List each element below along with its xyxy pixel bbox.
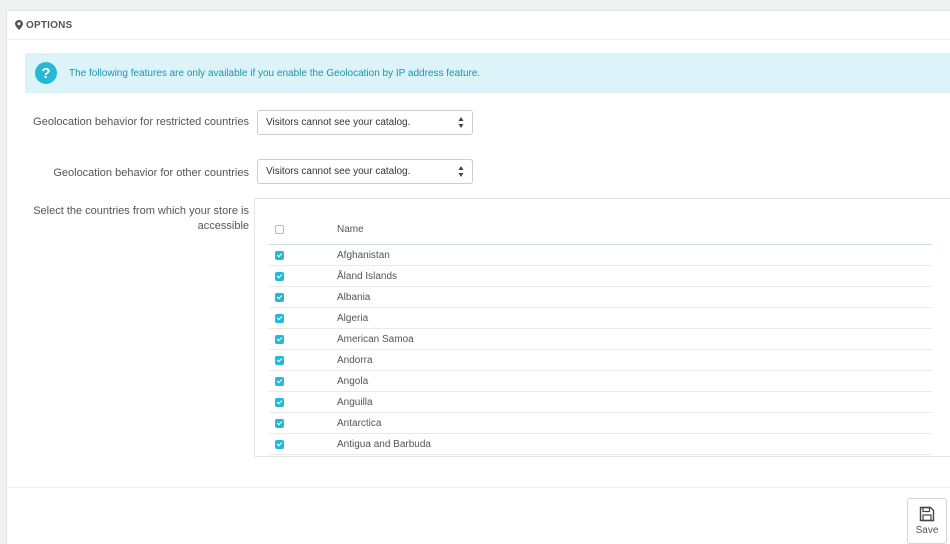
country-name: Antarctica [337,417,382,429]
table-row[interactable]: Antarctica [269,413,932,434]
country-name: Åland Islands [337,270,398,282]
table-row[interactable]: Anguilla [269,392,932,413]
table-row[interactable]: Afghanistan [269,245,932,266]
table-header: Name [269,215,932,245]
country-checkbox[interactable] [275,271,284,281]
info-alert: ? The following features are only availa… [25,53,950,93]
table-body: Afghanistan Åland Islands Albania Algeria Am… [269,245,932,455]
alert-text: The following features are only availabl… [69,67,481,79]
select-arrows-icon [458,166,464,177]
country-checkbox[interactable] [275,334,284,344]
countries-table: Name Afghanistan Åland Islands Albania Alge… [269,215,932,455]
restricted-countries-label: Geolocation behavior for restricted coun… [33,116,249,128]
select-all-checkbox[interactable] [275,225,284,234]
country-name: Antigua and Barbuda [337,438,431,450]
panel-title: OPTIONS [26,19,73,31]
country-name: Afghanistan [337,249,390,261]
table-row[interactable]: American Samoa [269,329,932,350]
save-label: Save [915,525,939,536]
country-name: Anguilla [337,396,373,408]
name-column-header: Name [337,224,364,235]
select-arrows-icon [458,117,464,128]
country-name: American Samoa [337,333,414,345]
table-row[interactable]: Angola [269,371,932,392]
country-name: Albania [337,291,371,303]
country-checkbox[interactable] [275,439,284,449]
floppy-disk-icon [919,506,935,522]
restricted-behavior-value: Visitors cannot see your catalog. [266,117,411,128]
table-row[interactable]: Albania [269,287,932,308]
save-button[interactable]: Save [907,498,947,544]
table-row[interactable]: Andorra [269,350,932,371]
panel-heading: OPTIONS [7,11,950,40]
footer-divider [7,487,950,488]
countries-table-box: Name Afghanistan Åland Islands Albania Alge… [254,198,950,457]
country-checkbox[interactable] [275,397,284,407]
other-behavior-value: Visitors cannot see your catalog. [266,166,411,177]
country-checkbox[interactable] [275,376,284,386]
country-checkbox[interactable] [275,355,284,365]
table-row[interactable]: Algeria [269,308,932,329]
other-countries-label: Geolocation behavior for other countries [53,167,249,179]
question-circle-icon: ? [35,62,57,84]
countries-label: Select the countries from which your sto… [33,205,249,232]
other-behavior-select[interactable]: Visitors cannot see your catalog. [257,159,473,184]
table-row[interactable]: Antigua and Barbuda [269,434,932,455]
table-row[interactable]: Åland Islands [269,266,932,287]
restricted-behavior-select[interactable]: Visitors cannot see your catalog. [257,110,473,135]
country-checkbox[interactable] [275,418,284,428]
country-name: Andorra [337,354,373,366]
country-checkbox[interactable] [275,292,284,302]
country-checkbox[interactable] [275,250,284,260]
country-name: Angola [337,375,369,387]
options-panel: OPTIONS ? The following features are onl… [6,10,950,544]
country-name: Algeria [337,312,369,324]
map-pin-icon [15,20,23,30]
country-checkbox[interactable] [275,313,284,323]
